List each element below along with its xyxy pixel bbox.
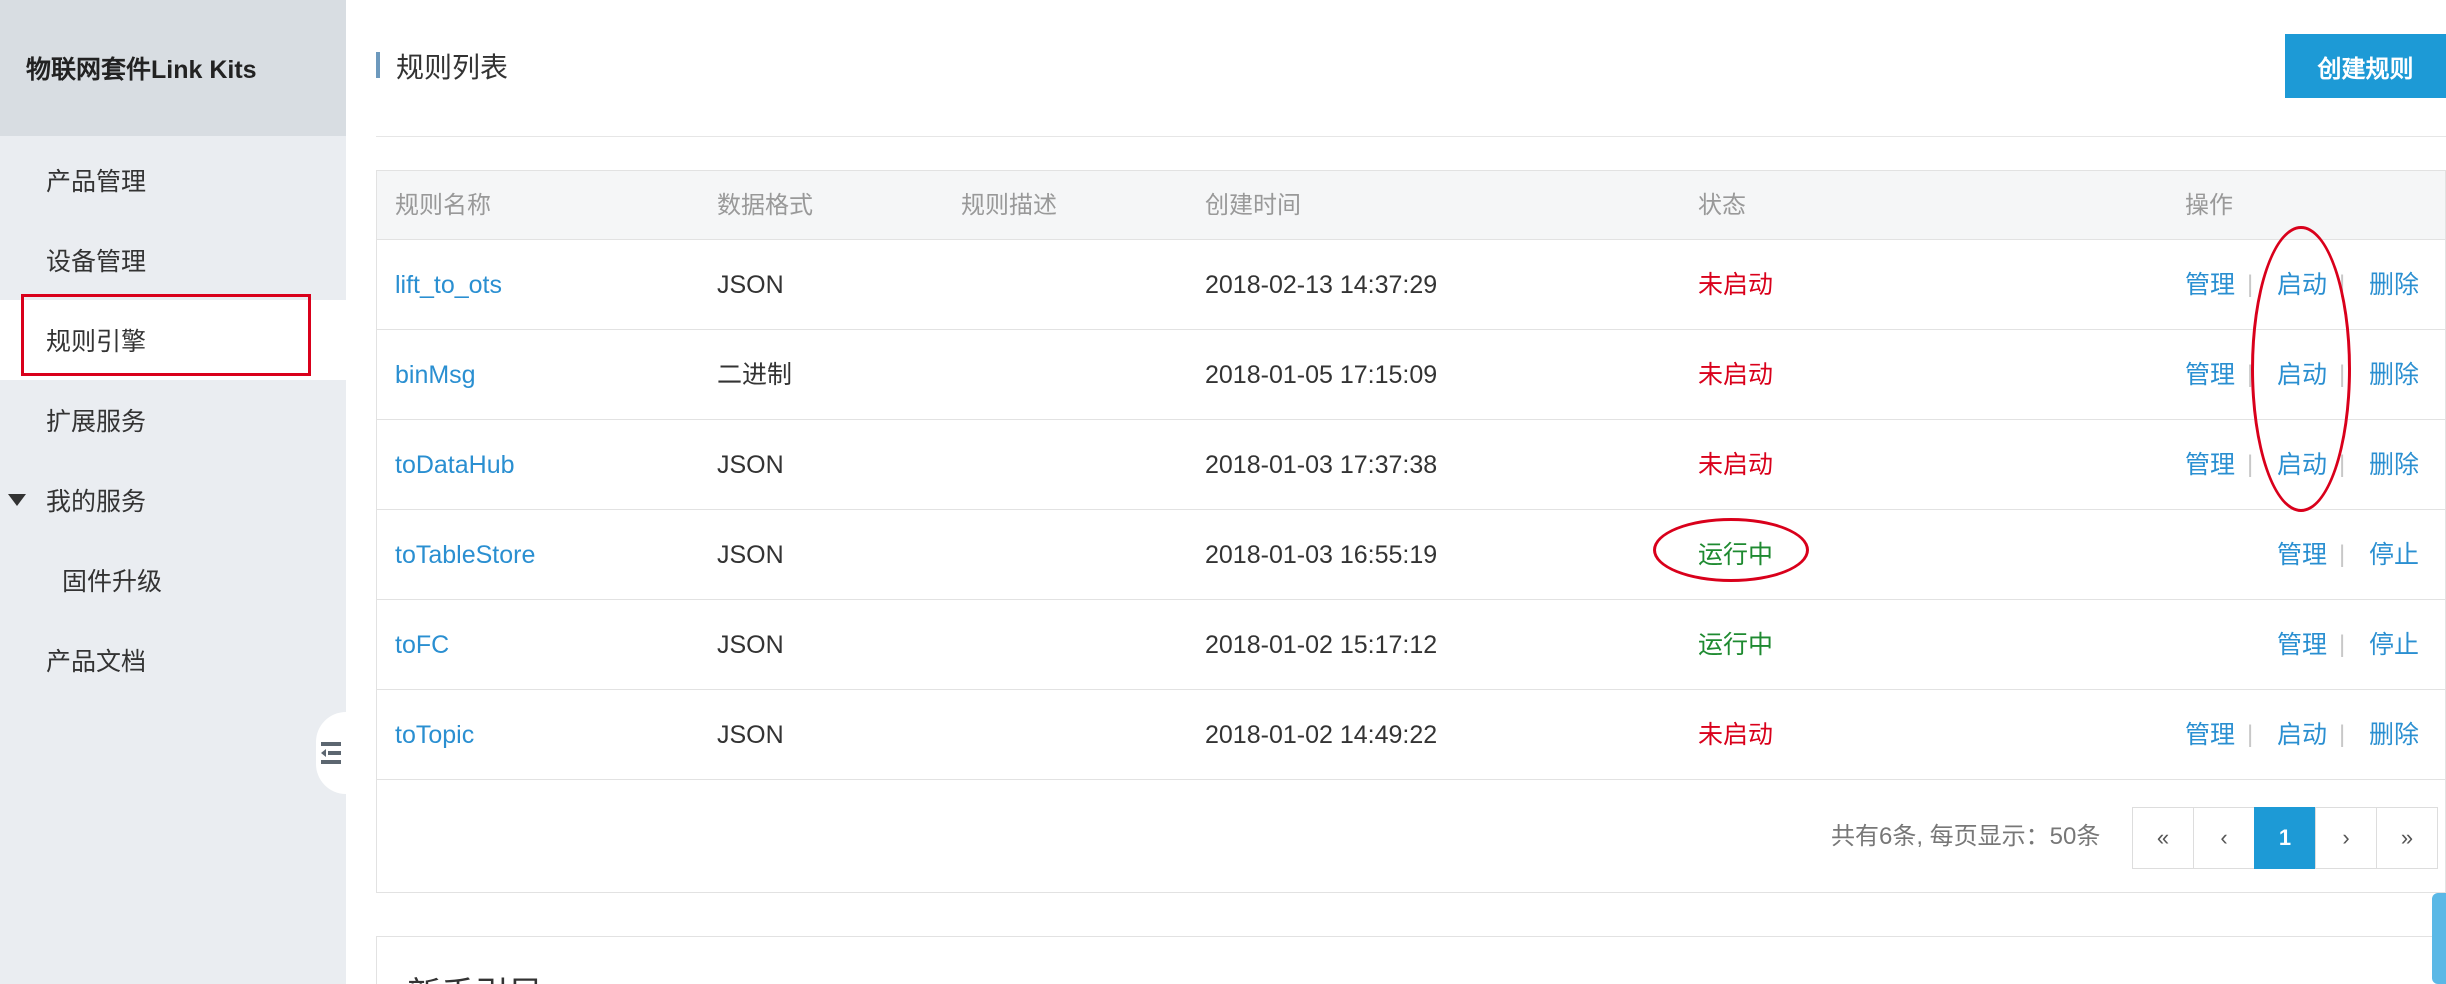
created-time: 2018-01-05 17:15:09 [1205,361,1438,389]
delete-link[interactable]: 删除 [2369,690,2419,780]
manage-link[interactable]: 管理 [2277,510,2327,600]
sidebar-item-label: 扩展服务 [46,408,147,436]
action-separator: | [2339,271,2346,298]
sidebar-item-my-services[interactable]: 我的服务 [0,460,346,540]
action-separator: | [2247,721,2254,748]
table-row: toFC JSON 2018-01-02 15:17:12 运行中 管理 | 停… [377,600,2445,690]
collapse-sidebar-button[interactable] [316,712,346,794]
page-title: 规则列表 [396,52,509,83]
feedback-widget[interactable] [2432,893,2446,984]
create-rule-button[interactable]: 创建规则 [2285,34,2446,98]
delete-link[interactable]: 删除 [2369,330,2419,420]
rule-name-link[interactable]: toDataHub [395,420,515,510]
column-header-description: 规则描述 [961,192,1057,219]
data-format: JSON [717,541,784,569]
sidebar-item-device-management[interactable]: 设备管理 [0,220,346,300]
column-header-created: 创建时间 [1205,192,1301,219]
rule-name-link[interactable]: binMsg [395,330,476,420]
sidebar-item-label: 规则引擎 [46,328,147,356]
sidebar-item-extension-services[interactable]: 扩展服务 [0,380,346,460]
rule-name-link[interactable]: toTableStore [395,510,535,600]
next-page-button[interactable]: › [2315,807,2377,869]
start-link[interactable]: 启动 [2277,420,2327,510]
data-format: JSON [717,271,784,299]
prev-page-button[interactable]: ‹ [2193,807,2255,869]
manage-link[interactable]: 管理 [2185,240,2235,330]
table-row: lift_to_ots JSON 2018-02-13 14:37:29 未启动… [377,240,2445,330]
sidebar-header: 物联网套件Link Kits [0,0,346,136]
table-row: binMsg 二进制 2018-01-05 17:15:09 未启动 管理 | … [377,330,2445,420]
manage-link[interactable]: 管理 [2185,420,2235,510]
data-format: 二进制 [717,361,793,389]
status-badge: 运行中 [1698,541,1774,569]
last-page-button[interactable]: » [2376,807,2438,869]
rule-name-link[interactable]: toFC [395,600,449,690]
start-link[interactable]: 启动 [2277,690,2327,780]
first-page-button[interactable]: « [2132,807,2194,869]
section-title: 新手引导 [407,967,543,984]
page-1-button[interactable]: 1 [2254,807,2316,869]
rule-table: 规则名称 数据格式 规则描述 创建时间 状态 操作 lift_to_ots JS… [376,170,2446,893]
sidebar: 物联网套件Link Kits 产品管理 设备管理 规则引擎 扩展服务 我的服务 … [0,0,346,984]
action-separator: | [2339,451,2346,478]
sidebar-item-firmware-upgrade[interactable]: 固件升级 [0,540,346,620]
caret-down-icon [8,494,26,506]
stop-link[interactable]: 停止 [2369,510,2419,600]
manage-link[interactable]: 管理 [2277,600,2327,690]
data-format: JSON [717,631,784,659]
action-separator: | [2339,541,2346,568]
action-separator: | [2339,631,2346,658]
rule-name-link[interactable]: lift_to_ots [395,240,502,330]
sidebar-item-product-management[interactable]: 产品管理 [0,140,346,220]
page-header: 规则列表 创建规则 [376,0,2446,137]
manage-link[interactable]: 管理 [2185,690,2235,780]
stop-link[interactable]: 停止 [2369,600,2419,690]
pagination: « ‹ 1 › » [2132,807,2438,869]
data-format: JSON [717,451,784,479]
sidebar-item-label: 我的服务 [46,488,147,516]
status-badge: 未启动 [1698,271,1774,299]
status-badge: 未启动 [1698,721,1774,749]
sidebar-item-product-docs[interactable]: 产品文档 [0,620,346,700]
column-header-format: 数据格式 [717,192,813,219]
action-separator: | [2247,361,2254,388]
sidebar-item-label: 设备管理 [46,248,147,276]
status-badge: 运行中 [1698,631,1774,659]
title-accent-bar [376,52,380,78]
data-format: JSON [717,721,784,749]
column-header-name: 规则名称 [395,192,491,219]
delete-link[interactable]: 删除 [2369,420,2419,510]
created-time: 2018-01-02 14:49:22 [1205,721,1438,749]
onboarding-panel: 新手引导 [376,936,2446,984]
sidebar-item-rule-engine[interactable]: 规则引擎 [0,300,346,380]
start-link[interactable]: 启动 [2277,240,2327,330]
sidebar-item-label: 产品管理 [46,168,147,196]
column-header-status: 状态 [1698,192,1746,219]
product-title: 物联网套件Link Kits [26,56,257,84]
collapse-sidebar-icon [321,742,341,764]
status-badge: 未启动 [1698,361,1774,389]
pagination-summary: 共有6条, 每页显示：50条 [1831,823,2101,850]
created-time: 2018-01-03 17:37:38 [1205,451,1438,479]
table-header: 规则名称 数据格式 规则描述 创建时间 状态 操作 [377,171,2445,240]
action-separator: | [2247,451,2254,478]
status-badge: 未启动 [1698,451,1774,479]
action-separator: | [2339,721,2346,748]
rule-name-link[interactable]: toTopic [395,690,474,780]
created-time: 2018-01-03 16:55:19 [1205,541,1438,569]
table-row: toTableStore JSON 2018-01-03 16:55:19 运行… [377,510,2445,600]
table-row: toTopic JSON 2018-01-02 14:49:22 未启动 管理 … [377,690,2445,780]
action-separator: | [2247,271,2254,298]
column-header-actions: 操作 [2185,192,2233,219]
sidebar-item-label: 固件升级 [62,568,163,596]
manage-link[interactable]: 管理 [2185,330,2235,420]
delete-link[interactable]: 删除 [2369,240,2419,330]
action-separator: | [2339,361,2346,388]
sidebar-item-label: 产品文档 [46,648,147,676]
created-time: 2018-01-02 15:17:12 [1205,631,1438,659]
table-row: toDataHub JSON 2018-01-03 17:37:38 未启动 管… [377,420,2445,510]
created-time: 2018-02-13 14:37:29 [1205,271,1438,299]
start-link[interactable]: 启动 [2277,330,2327,420]
